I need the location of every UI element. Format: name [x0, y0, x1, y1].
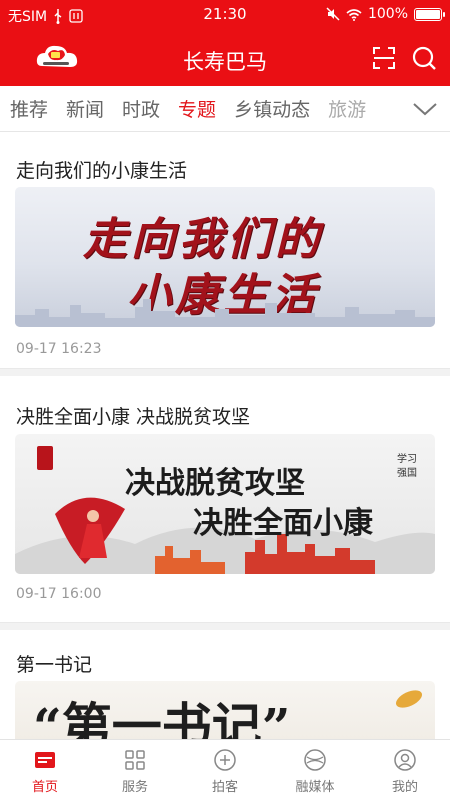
tab-travel[interactable]: 旅游: [328, 95, 366, 122]
bottom-nav: 首页 服务 拍客 融媒体 我的: [0, 739, 450, 800]
article-banner[interactable]: “第一书记”: [15, 681, 435, 739]
tabs-list: 推荐 新闻 时政 专题 乡镇动态 旅游: [10, 95, 384, 122]
banner-side-text: 学习: [397, 454, 417, 465]
status-bar: 无SIM 21:30 100%: [0, 0, 450, 30]
chevron-down-icon: [413, 103, 437, 116]
nav-label: 首页: [31, 780, 58, 795]
tab-town-news[interactable]: 乡镇动态: [234, 95, 310, 122]
article-title[interactable]: 走向我们的小康生活: [16, 156, 187, 183]
user-icon: [394, 749, 416, 771]
divider: [0, 368, 450, 376]
banner-text: “第一书记”: [33, 697, 291, 739]
tab-politics[interactable]: 时政: [122, 95, 160, 122]
divider: [0, 622, 450, 630]
banner-line: 决胜全面小康: [193, 506, 373, 541]
article-banner[interactable]: 决战脱贫攻坚 决胜全面小康 学习 强国: [15, 434, 435, 574]
article-banner[interactable]: 走向我们的 小康生活: [15, 187, 435, 327]
nav-label: 拍客: [211, 780, 238, 795]
leaf-decoration-image: [395, 690, 423, 708]
tab-special-topics[interactable]: 专题: [178, 95, 216, 122]
article-title[interactable]: 第一书记: [16, 650, 92, 677]
nav-services[interactable]: 服务: [90, 740, 180, 800]
article-card[interactable]: 决胜全面小康 决战脱贫攻坚 决战脱贫攻坚 决胜全面小康 学习 强国 09-17 …: [0, 376, 450, 622]
article-card[interactable]: 走向我们的小康生活 走向我们的 小康生活 09-17 16:23: [0, 132, 450, 368]
mute-icon: [326, 7, 340, 21]
nav-reporter[interactable]: 拍客: [180, 740, 270, 800]
app-bar: 长寿巴马: [0, 30, 450, 86]
tab-recommend[interactable]: 推荐: [10, 95, 48, 122]
media-icon: [304, 749, 326, 771]
banner-side-text: 强国: [397, 468, 417, 479]
status-right: 100%: [326, 6, 445, 22]
article-card[interactable]: 第一书记 “第一书记”: [0, 630, 450, 739]
nav-label: 服务: [121, 780, 148, 795]
nav-mine[interactable]: 我的: [360, 740, 450, 800]
nav-home[interactable]: 首页: [0, 740, 90, 800]
battery-icon: [414, 7, 445, 21]
nav-label: 融媒体: [295, 780, 335, 795]
battery-percent: 100%: [367, 6, 408, 22]
banner-line: 走向我们的: [83, 214, 323, 265]
banner-line: 决战脱贫攻坚: [125, 466, 305, 501]
tab-news[interactable]: 新闻: [66, 95, 104, 122]
article-time: 09-17 16:00: [16, 586, 102, 602]
tabs-more-button[interactable]: [410, 94, 440, 124]
article-time: 09-17 16:23: [16, 341, 102, 357]
city-skyline-image: [15, 299, 435, 327]
battery-fill: [416, 9, 440, 19]
nav-media[interactable]: 融媒体: [270, 740, 360, 800]
plus-circle-icon: [214, 749, 236, 771]
home-icon: [35, 752, 55, 768]
nav-label: 我的: [391, 780, 418, 795]
search-icon[interactable]: [411, 45, 437, 71]
article-title[interactable]: 决胜全面小康 决战脱贫攻坚: [16, 402, 250, 429]
wifi-icon: [346, 8, 362, 21]
app-header: 无SIM 21:30 100% 长寿巴马: [0, 0, 450, 86]
grid-icon: [125, 750, 145, 770]
scan-icon[interactable]: [372, 46, 396, 70]
category-tabs: 推荐 新闻 时政 专题 乡镇动态 旅游: [0, 86, 450, 132]
